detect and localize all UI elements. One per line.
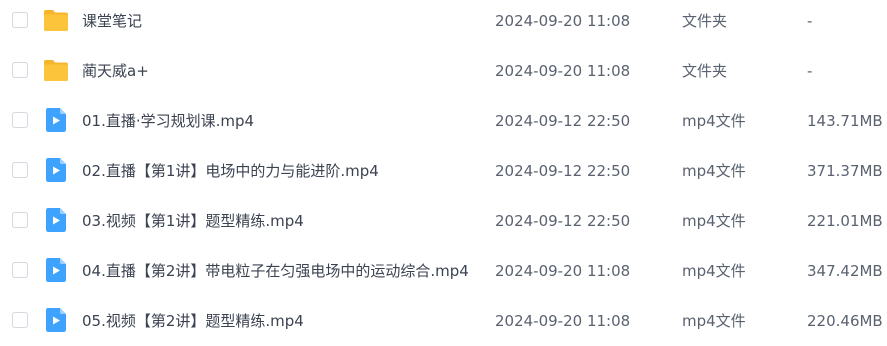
- video-file-icon: [43, 108, 69, 132]
- file-type: mp4文件: [682, 112, 746, 130]
- list-item[interactable]: 05.视频【第2讲】题型精练.mp4 2024-09-20 11:08 mp4文…: [0, 296, 887, 346]
- file-name[interactable]: 04.直播【第2讲】带电粒子在匀强电场中的运动综合.mp4: [82, 246, 469, 296]
- file-size: 221.01MB: [807, 212, 883, 230]
- file-name[interactable]: 蔺天威a+: [82, 46, 149, 96]
- row-checkbox[interactable]: [12, 312, 28, 328]
- file-list: 课堂笔记 2024-09-20 11:08 文件夹 - 蔺天威a+ 2024-0…: [0, 0, 887, 346]
- list-item[interactable]: 蔺天威a+ 2024-09-20 11:08 文件夹 -: [0, 46, 887, 96]
- folder-icon: [43, 58, 69, 82]
- row-checkbox[interactable]: [12, 112, 28, 128]
- row-checkbox[interactable]: [12, 62, 28, 78]
- file-type: mp4文件: [682, 162, 746, 180]
- modified-time: 2024-09-12 22:50: [495, 112, 631, 130]
- file-size: 371.37MB: [807, 162, 883, 180]
- list-item[interactable]: 课堂笔记 2024-09-20 11:08 文件夹 -: [0, 0, 887, 46]
- file-size: 220.46MB: [807, 312, 883, 330]
- list-item[interactable]: 04.直播【第2讲】带电粒子在匀强电场中的运动综合.mp4 2024-09-20…: [0, 246, 887, 296]
- file-type: 文件夹: [682, 62, 728, 80]
- modified-time: 2024-09-12 22:50: [495, 212, 631, 230]
- file-size: 347.42MB: [807, 262, 883, 280]
- file-type: mp4文件: [682, 262, 746, 280]
- video-file-icon: [43, 258, 69, 282]
- list-item[interactable]: 02.直播【第1讲】电场中的力与能进阶.mp4 2024-09-12 22:50…: [0, 146, 887, 196]
- video-file-icon: [43, 158, 69, 182]
- row-checkbox[interactable]: [12, 162, 28, 178]
- row-checkbox[interactable]: [12, 212, 28, 228]
- file-name[interactable]: 01.直播·学习规划课.mp4: [82, 96, 254, 146]
- modified-time: 2024-09-20 11:08: [495, 312, 631, 330]
- modified-time: 2024-09-12 22:50: [495, 162, 631, 180]
- file-size: -: [807, 62, 813, 80]
- modified-time: 2024-09-20 11:08: [495, 12, 631, 30]
- file-name[interactable]: 02.直播【第1讲】电场中的力与能进阶.mp4: [82, 146, 379, 196]
- video-file-icon: [43, 308, 69, 332]
- file-size: 143.71MB: [807, 112, 883, 130]
- file-type: mp4文件: [682, 312, 746, 330]
- file-size: -: [807, 12, 813, 30]
- modified-time: 2024-09-20 11:08: [495, 62, 631, 80]
- list-item[interactable]: 03.视频【第1讲】题型精练.mp4 2024-09-12 22:50 mp4文…: [0, 196, 887, 246]
- row-checkbox[interactable]: [12, 262, 28, 278]
- file-type: mp4文件: [682, 212, 746, 230]
- list-item[interactable]: 01.直播·学习规划课.mp4 2024-09-12 22:50 mp4文件 1…: [0, 96, 887, 146]
- file-name[interactable]: 03.视频【第1讲】题型精练.mp4: [82, 196, 304, 246]
- file-type: 文件夹: [682, 12, 728, 30]
- folder-icon: [43, 8, 69, 32]
- row-checkbox[interactable]: [12, 12, 28, 28]
- file-name[interactable]: 05.视频【第2讲】题型精练.mp4: [82, 296, 304, 346]
- file-name[interactable]: 课堂笔记: [82, 0, 142, 46]
- video-file-icon: [43, 208, 69, 232]
- modified-time: 2024-09-20 11:08: [495, 262, 631, 280]
